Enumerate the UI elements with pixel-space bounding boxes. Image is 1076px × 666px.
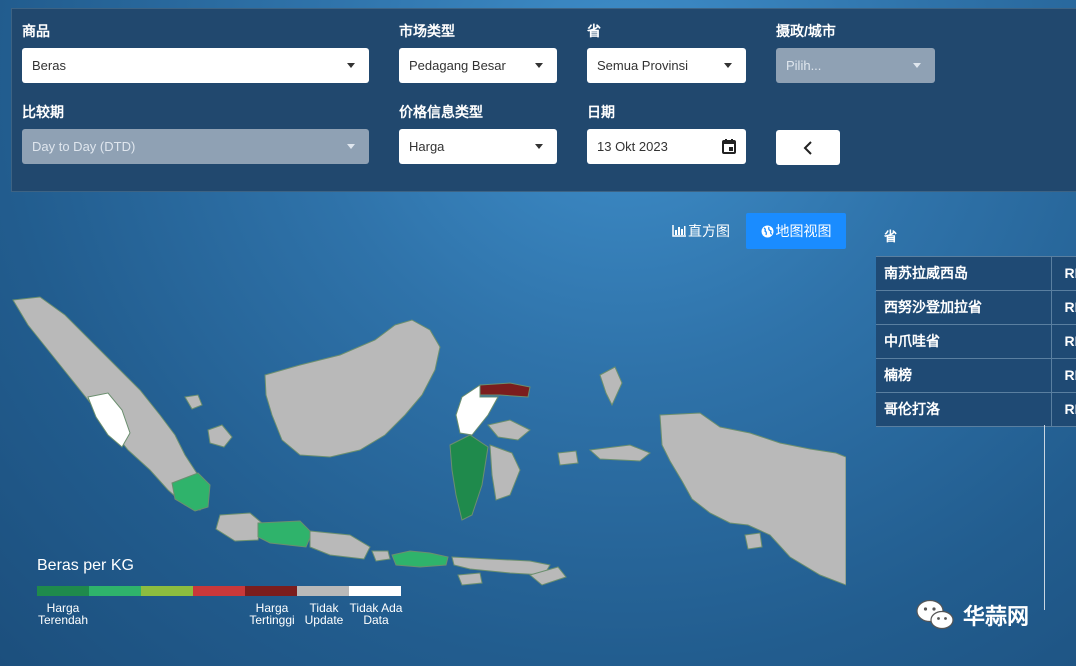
legend-swatch-3 (141, 586, 193, 596)
caret-down-icon (535, 63, 543, 68)
table-row[interactable]: 南苏拉威西岛 RP. (876, 256, 1076, 290)
globe-icon (761, 225, 773, 237)
province-price: RP. (1064, 333, 1076, 349)
table-row[interactable]: 楠榜 RP. (876, 358, 1076, 392)
province-price: RP. (1064, 367, 1076, 383)
caret-down-icon (724, 63, 732, 68)
price-info-type-select[interactable]: Harga (399, 129, 557, 164)
wechat-icon (916, 599, 954, 630)
filter-panel (11, 8, 1076, 192)
region-java-west (215, 512, 263, 542)
region-seram (588, 444, 651, 462)
province-name: 南苏拉威西岛 (876, 257, 1053, 290)
price-info-type-label: 价格信息类型 (399, 104, 483, 120)
back-button[interactable] (776, 130, 840, 165)
region-bangka (207, 424, 233, 448)
legend-swatch-2 (89, 586, 141, 596)
region-buru (557, 450, 579, 466)
region-java-central (257, 520, 313, 548)
market-type-select[interactable]: Pedagang Besar (399, 48, 557, 83)
date-label: 日期 (587, 104, 615, 120)
market-type-value: Pedagang Besar (409, 58, 506, 73)
watermark: 华蒜网 (915, 598, 1029, 632)
table-divider-line (1044, 425, 1045, 610)
region-sulawesi-east (487, 419, 531, 441)
region-java-east (309, 530, 371, 560)
province-price: RP. (1064, 299, 1076, 315)
regency-label: 摄政/城市 (776, 23, 836, 39)
legend-color-bar (37, 586, 401, 596)
caret-down-icon (347, 63, 355, 68)
province-name: 楠榜 (876, 359, 1053, 392)
table-row[interactable]: 中爪哇省 RP. (876, 324, 1076, 358)
province-name: 西努沙登加拉省 (876, 291, 1053, 324)
region-kalimantan (264, 319, 441, 458)
map-view-button[interactable]: 地图视图 (746, 213, 846, 249)
legend-label-highest: Harga Tertinggi (249, 601, 295, 627)
region-sulawesi-southeast (489, 444, 521, 501)
legend-title: Beras per KG (37, 557, 134, 574)
province-price: RP. (1064, 401, 1076, 417)
legend-label-not-updated: Tidak Update (304, 601, 344, 627)
province-table-header: 省 (884, 229, 898, 244)
market-type-label: 市场类型 (399, 23, 455, 39)
region-gorontalo-north (479, 382, 531, 398)
legend-label-lowest: Harga Terendah (37, 601, 89, 627)
region-papua (659, 412, 846, 586)
legend-swatch-6 (297, 586, 349, 596)
commodity-label: 商品 (22, 23, 50, 39)
caret-down-icon (913, 63, 921, 68)
chart-view-button[interactable]: 直方图 (666, 213, 736, 249)
calendar-icon[interactable] (722, 139, 736, 154)
province-value: Semua Provinsi (597, 58, 689, 73)
legend-swatch-5 (245, 586, 297, 596)
region-ntt (451, 556, 551, 576)
region-riau-islands (184, 394, 203, 410)
date-value: 13 Okt 2023 (597, 139, 668, 154)
province-select[interactable]: Semua Provinsi (587, 48, 746, 83)
legend-swatch-7 (349, 586, 401, 596)
commodity-select[interactable]: Beras (22, 48, 369, 83)
map-view-label: 地图视图 (775, 223, 832, 239)
province-price: RP. (1064, 265, 1076, 281)
caret-down-icon (347, 144, 355, 149)
region-aru (744, 532, 763, 550)
chevron-left-icon (803, 140, 812, 155)
indonesia-price-map (12, 296, 846, 586)
legend-swatch-4 (193, 586, 245, 596)
region-ntb (391, 550, 449, 568)
region-halmahera (599, 366, 623, 407)
province-label: 省 (587, 23, 601, 39)
region-bali (371, 550, 391, 562)
legend-label-no-data: Tidak Ada Data (349, 601, 403, 627)
comparison-select: Day to Day (DTD) (22, 129, 369, 164)
province-name: 哥伦打洛 (876, 393, 1053, 426)
chart-view-label: 直方图 (688, 223, 730, 239)
price-info-type-value: Harga (409, 139, 445, 154)
table-row[interactable]: 哥伦打洛 RP. (876, 392, 1076, 427)
region-sulawesi-south (449, 434, 489, 521)
watermark-text: 华蒜网 (963, 604, 1030, 629)
comparison-label: 比较期 (22, 104, 64, 120)
table-row[interactable]: 西努沙登加拉省 RP. (876, 290, 1076, 324)
province-name: 中爪哇省 (876, 325, 1053, 358)
comparison-value: Day to Day (DTD) (32, 139, 136, 154)
regency-select: Pilih... (776, 48, 935, 83)
caret-down-icon (535, 144, 543, 149)
province-table: 省 南苏拉威西岛 RP. 西努沙登加拉省 RP. 中爪哇省 RP. 楠榜 RP.… (876, 218, 1076, 427)
commodity-value: Beras (32, 58, 66, 73)
bar-chart-icon (672, 225, 686, 237)
region-sumba (457, 572, 483, 586)
regency-placeholder: Pilih... (786, 58, 822, 73)
legend-swatch-1 (37, 586, 89, 596)
date-input[interactable]: 13 Okt 2023 (587, 129, 746, 164)
